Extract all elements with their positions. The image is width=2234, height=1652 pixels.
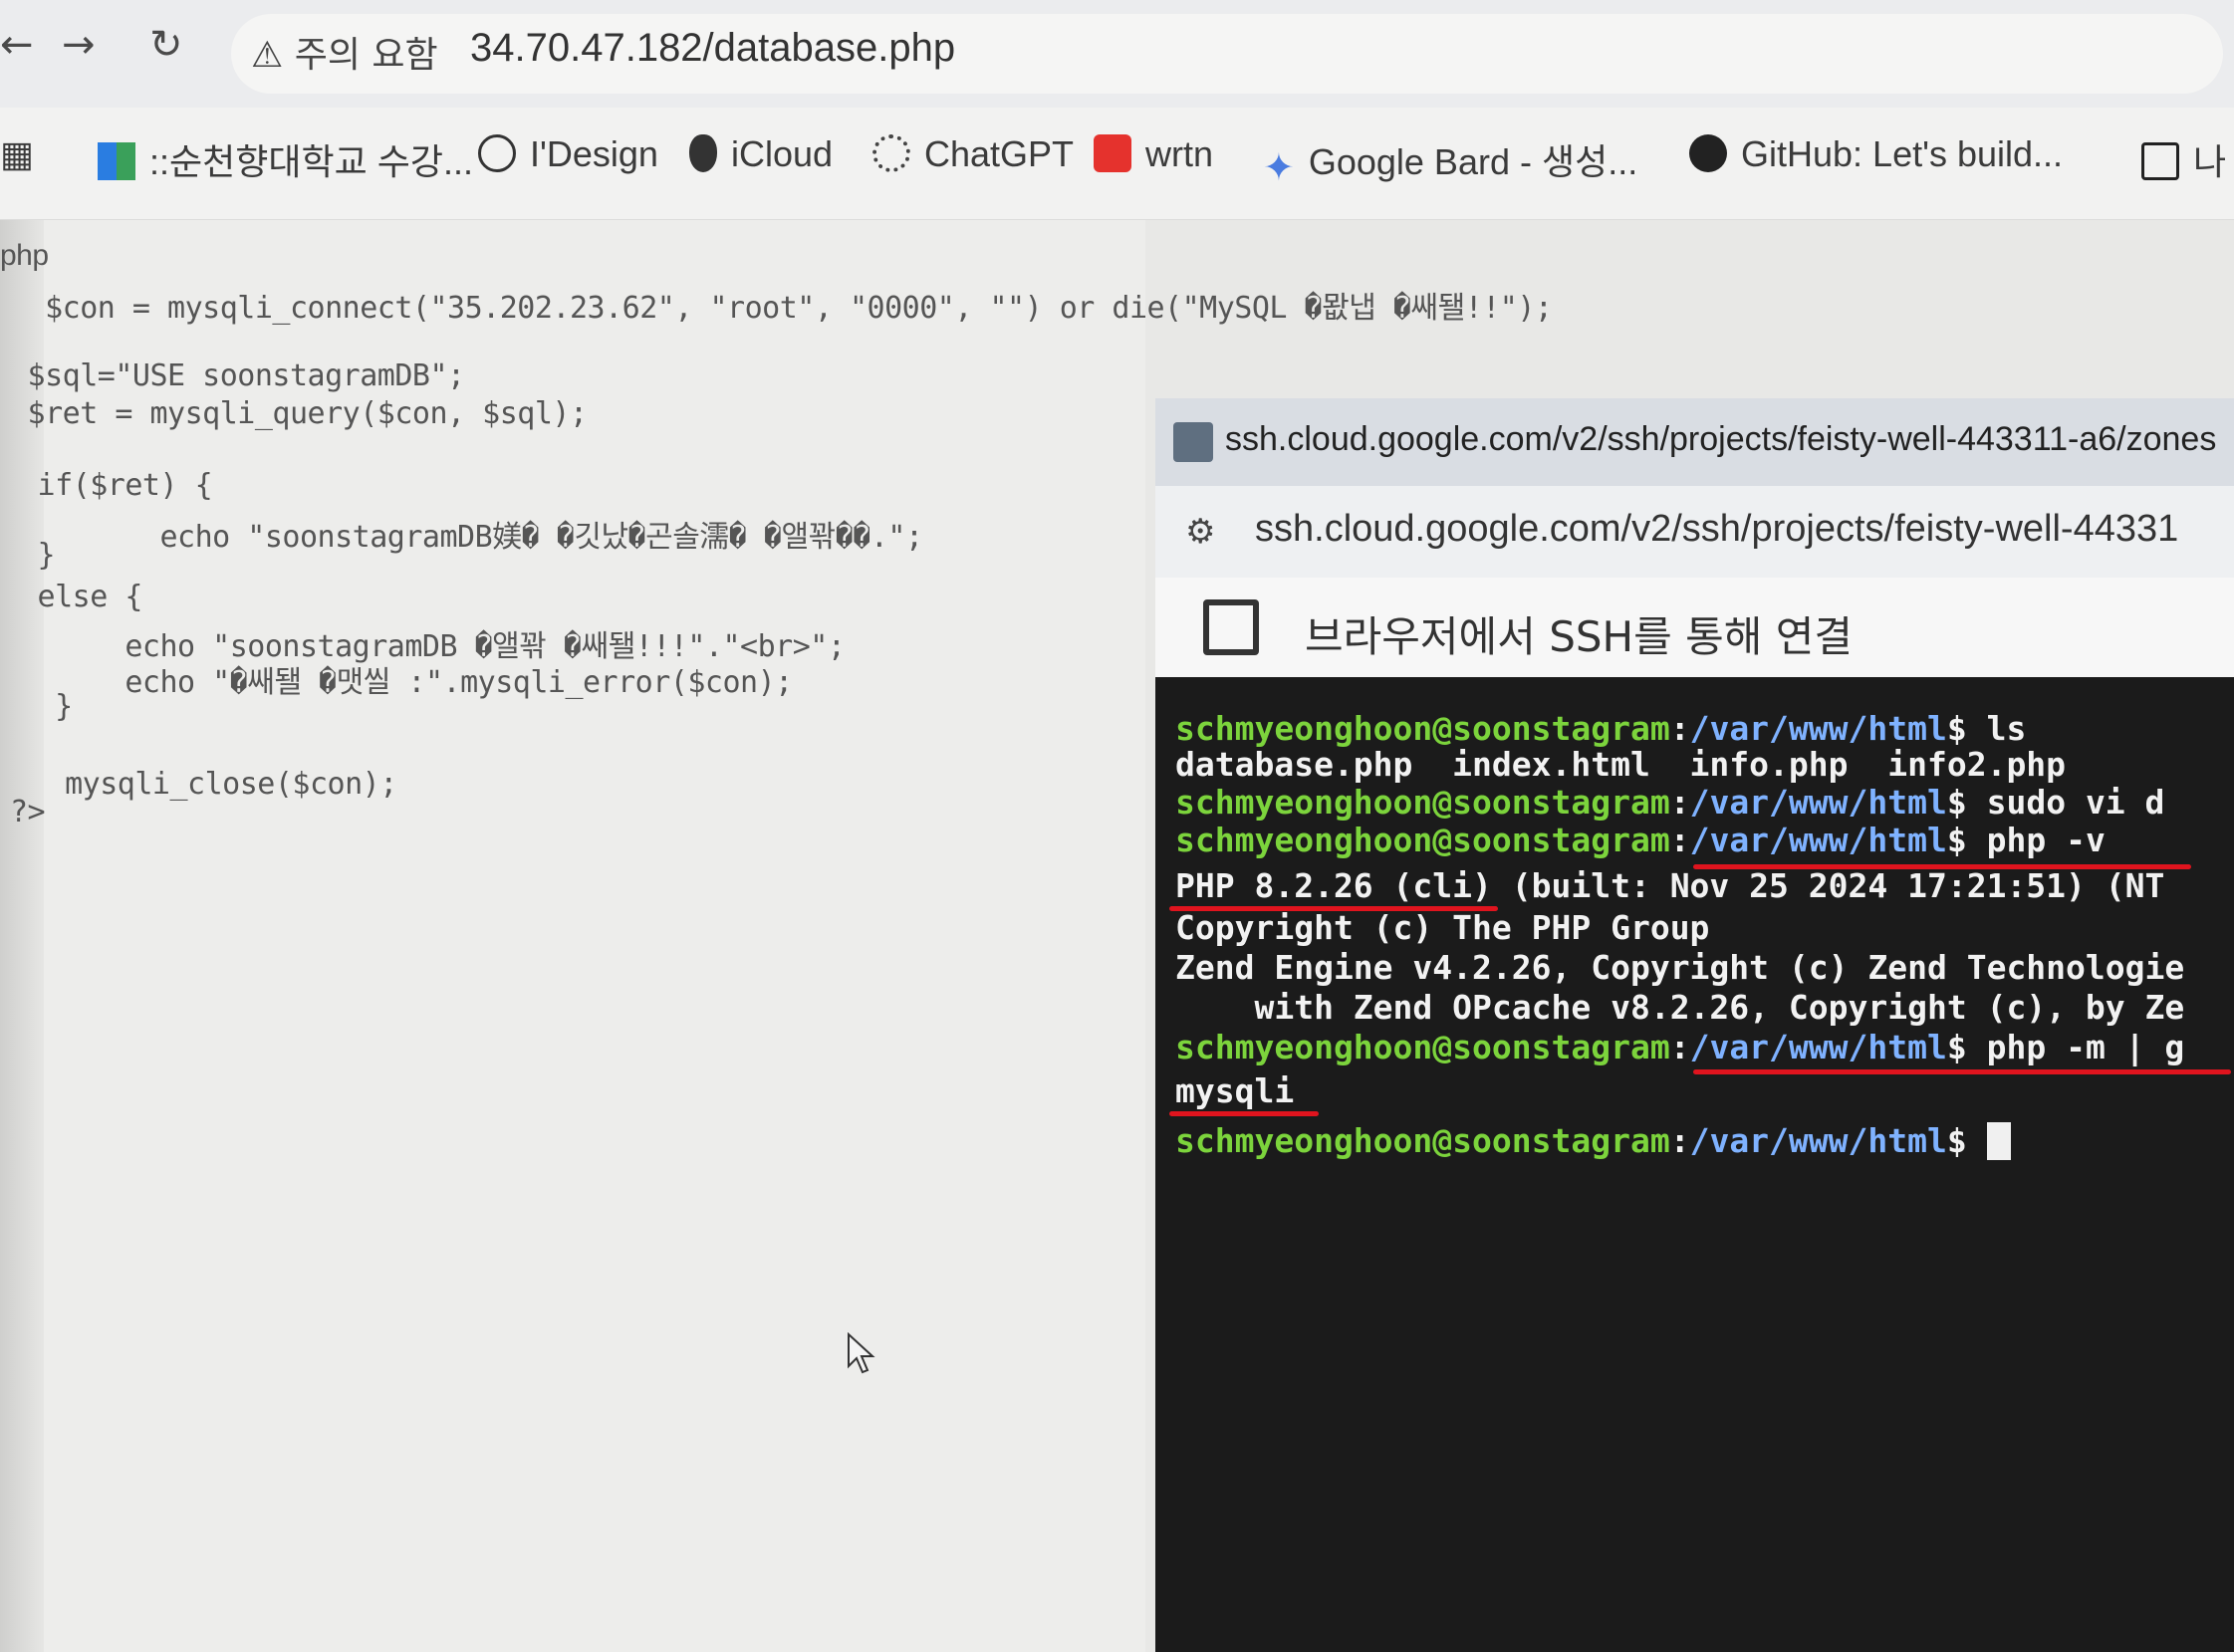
popup-title-bar[interactable]: ssh.cloud.google.com/v2/ssh/projects/fei… — [1155, 398, 2234, 487]
reload-icon[interactable]: ↻ — [149, 22, 183, 68]
code-line: echo "soonstagramDB媄� �깃났�곤솔濡� �앨꽊��."; — [20, 520, 923, 555]
bookmark-notion[interactable]: 나 — [2141, 133, 2226, 185]
screen-edge — [0, 220, 44, 1652]
terminal-icon — [1173, 422, 1213, 462]
openai-icon — [872, 134, 910, 172]
sparkle-icon: ✦ — [1263, 147, 1295, 189]
bookmark-soonchunhyang[interactable]: ::순천향대학교 수강... — [98, 133, 473, 185]
terminal-line: schmyeonghoon@soonstagram:/var/www/html$… — [1175, 709, 2027, 748]
terminal-line: PHP 8.2.26 (cli) (built: Nov 25 2024 17:… — [1175, 866, 2165, 905]
terminal-line: mysqli — [1175, 1071, 1295, 1110]
code-line: ?> — [10, 795, 46, 829]
bookmark-github[interactable]: GitHub: Let's build... — [1689, 133, 2063, 175]
ssh-popup-window[interactable]: ssh.cloud.google.com/v2/ssh/projects/fei… — [1155, 398, 2234, 1652]
terminal[interactable]: schmyeonghoon@soonstagram:/var/www/html$… — [1155, 677, 2234, 1652]
mouse-pointer-icon — [848, 1332, 875, 1374]
notion-icon — [2141, 142, 2179, 180]
ssh-header-title: 브라우저에서 SSH를 통해 연결 — [1305, 612, 1853, 661]
wrtn-icon — [1094, 134, 1131, 172]
terminal-prompt[interactable]: schmyeonghoon@soonstagram:/var/www/html$ — [1175, 1121, 2011, 1160]
code-line: mysqli_close($con); — [30, 767, 397, 802]
apps-grid-icon[interactable]: ▦ — [0, 133, 34, 175]
terminal-line: schmyeonghoon@soonstagram:/var/www/html$… — [1175, 783, 2165, 822]
ssh-header: 브라우저에서 SSH를 통해 연결 — [1155, 578, 2234, 678]
code-line: if($ret) { — [20, 468, 213, 503]
bookmark-wrtn[interactable]: wrtn — [1094, 133, 1213, 175]
terminal-line: Copyright (c) The PHP Group — [1175, 908, 1710, 947]
code-line: $ret = mysqli_query($con, $sql); — [10, 396, 588, 431]
chip-icon — [1203, 599, 1259, 655]
popup-address-bar[interactable]: ⚙ ssh.cloud.google.com/v2/ssh/projects/f… — [1155, 486, 2234, 579]
terminal-cursor — [1986, 1122, 2011, 1160]
terminal-line: Zend Engine v4.2.26, Copyright (c) Zend … — [1175, 948, 2185, 987]
code-line: } — [20, 538, 56, 573]
popup-title: ssh.cloud.google.com/v2/ssh/projects/fei… — [1225, 420, 2217, 458]
code-line: else { — [20, 580, 143, 614]
bookmark-idesign[interactable]: I'Design — [478, 133, 658, 175]
code-line: echo "�쌔됄 �맷씰 :".mysqli_error($con); — [20, 665, 793, 700]
terminal-line: schmyeonghoon@soonstagram:/var/www/html$… — [1175, 821, 2106, 859]
terminal-line: with Zend OPcache v8.2.26, Copyright (c)… — [1175, 988, 2185, 1027]
github-icon — [1689, 134, 1727, 172]
terminal-line: schmyeonghoon@soonstagram:/var/www/html$… — [1175, 1028, 2185, 1066]
code-line: php — [0, 239, 49, 272]
code-line: $con = mysqli_connect("35.202.23.62", "r… — [10, 291, 1553, 326]
globe-icon — [478, 134, 516, 172]
red-underline — [1169, 1111, 1319, 1116]
bookmark-google-bard[interactable]: ✦ Google Bard - 생성... — [1263, 133, 1637, 189]
red-underline — [1693, 1069, 2231, 1074]
security-warning-label[interactable]: ⚠ 주의 요함 — [251, 26, 438, 78]
browser-toolbar: ← → ↻ ⚠ 주의 요함 34.70.47.182/database.php — [0, 0, 2234, 109]
terminal-line: database.php index.html info.php info2.p… — [1175, 745, 2067, 784]
url-text[interactable]: 34.70.47.182/database.php — [470, 26, 955, 71]
bookmark-chatgpt[interactable]: ChatGPT — [872, 133, 1074, 175]
popup-url[interactable]: ssh.cloud.google.com/v2/ssh/projects/fei… — [1255, 508, 2178, 551]
bookmark-icon — [98, 142, 135, 180]
code-line: $sql="USE soonstagramDB"; — [10, 358, 466, 393]
apple-icon — [689, 134, 717, 172]
code-line: } — [20, 689, 73, 724]
back-arrow-icon[interactable]: ← — [0, 22, 34, 68]
forward-arrow-icon[interactable]: → — [62, 22, 96, 68]
bookmark-icloud[interactable]: iCloud — [689, 133, 833, 175]
page-content — [0, 220, 1145, 1652]
site-settings-icon[interactable]: ⚙ — [1185, 512, 1215, 552]
